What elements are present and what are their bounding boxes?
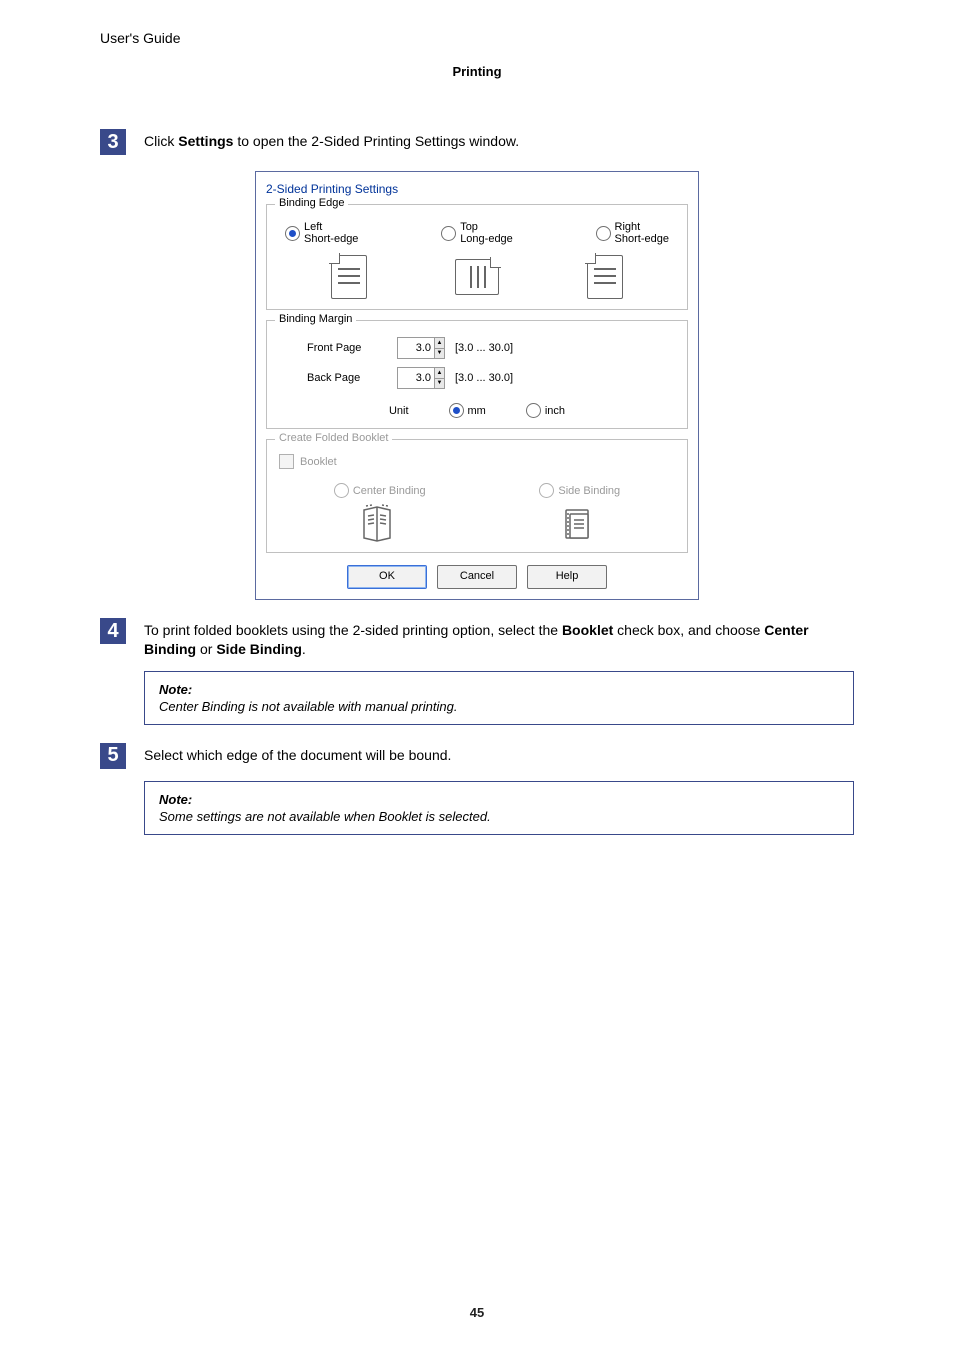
range-front: [3.0 ... 30.0]: [455, 342, 513, 354]
group-folded-title: Create Folded Booklet: [275, 432, 392, 444]
step-4: 4 To print folded booklets using the 2-s…: [100, 618, 854, 659]
radio-right-short-edge[interactable]: RightShort-edge: [596, 221, 669, 245]
note-box-1: Note: Center Binding is not available wi…: [144, 671, 854, 725]
radio-left-short-edge[interactable]: LeftShort-edge: [285, 221, 358, 245]
step-5: 5 Select which edge of the document will…: [100, 743, 854, 769]
radio-dot-icon: [596, 226, 611, 241]
input-front-page[interactable]: [398, 338, 434, 358]
step-3: 3 Click Settings to open the 2-Sided Pri…: [100, 129, 854, 155]
radio-center-binding: Center Binding: [334, 483, 426, 498]
label-front-page: Front Page: [307, 342, 387, 354]
label-mm: mm: [468, 405, 486, 417]
note2-body: Some settings are not available when Boo…: [159, 809, 839, 824]
note1-title: Note:: [159, 682, 839, 697]
note1-body: Center Binding is not available with man…: [159, 699, 839, 714]
radio-unit-mm[interactable]: mm: [449, 403, 486, 418]
cancel-button[interactable]: Cancel: [437, 565, 517, 589]
spinner-arrows-icon[interactable]: ▲▼: [434, 338, 444, 358]
step-number-5: 5: [100, 743, 126, 769]
step3-bold: Settings: [178, 133, 233, 149]
label-unit: Unit: [389, 405, 409, 417]
spinner-back-page[interactable]: ▲▼: [397, 367, 445, 389]
radio-left-line2: Short-edge: [304, 233, 358, 245]
header-users-guide: User's Guide: [100, 30, 854, 46]
radio-top-line2: Long-edge: [460, 233, 513, 245]
ok-button[interactable]: OK: [347, 565, 427, 589]
group-binding-edge: Binding Edge LeftShort-edge TopLong-edge…: [266, 204, 688, 310]
note-box-2: Note: Some settings are not available wh…: [144, 781, 854, 835]
step3-pre: Click: [144, 133, 178, 149]
s4-t2: check box, and choose: [613, 622, 764, 638]
s4-t3: or: [196, 641, 216, 657]
step-number-3: 3: [100, 129, 126, 155]
spinner-arrows-icon[interactable]: ▲▼: [434, 368, 444, 388]
side-binding-icon: [560, 504, 594, 542]
s4-t1: To print folded booklets using the 2-sid…: [144, 622, 562, 638]
group-binding-margin-title: Binding Margin: [275, 313, 356, 325]
step-number-4: 4: [100, 618, 126, 644]
s4-t4: .: [302, 641, 306, 657]
group-binding-edge-title: Binding Edge: [275, 197, 348, 209]
spinner-front-page[interactable]: ▲▼: [397, 337, 445, 359]
radio-dot-icon: [539, 483, 554, 498]
step5-text: Select which edge of the document will b…: [144, 747, 451, 763]
radio-side-binding: Side Binding: [539, 483, 620, 498]
label-inch: inch: [545, 405, 565, 417]
note2-title: Note:: [159, 792, 839, 807]
checkbox-booklet[interactable]: [279, 454, 294, 469]
step3-post: to open the 2-Sided Printing Settings wi…: [233, 133, 519, 149]
label-back-page: Back Page: [307, 372, 387, 384]
radio-dot-icon: [526, 403, 541, 418]
s4-b1: Booklet: [562, 622, 613, 638]
group-folded-booklet: Create Folded Booklet Booklet Center Bin…: [266, 439, 688, 553]
section-title: Printing: [100, 64, 854, 79]
radio-dot-icon: [334, 483, 349, 498]
range-back: [3.0 ... 30.0]: [455, 372, 513, 384]
radio-top-long-edge[interactable]: TopLong-edge: [441, 221, 513, 245]
label-booklet: Booklet: [300, 456, 337, 468]
input-back-page[interactable]: [398, 368, 434, 388]
radio-dot-icon: [441, 226, 456, 241]
group-binding-margin: Binding Margin Front Page ▲▼ [3.0 ... 30…: [266, 320, 688, 429]
page-icon-right: [587, 255, 623, 299]
help-button[interactable]: Help: [527, 565, 607, 589]
radio-dot-icon: [285, 226, 300, 241]
center-binding-icon: [360, 504, 394, 542]
radio-unit-inch[interactable]: inch: [526, 403, 565, 418]
page-icon-left: [331, 255, 367, 299]
label-center-binding: Center Binding: [353, 485, 426, 497]
radio-dot-icon: [449, 403, 464, 418]
radio-left-line1: Left: [304, 221, 322, 233]
s4-b3: Side Binding: [216, 641, 302, 657]
page-number: 45: [0, 1305, 954, 1320]
radio-right-line2: Short-edge: [615, 233, 669, 245]
dialog-title: 2-Sided Printing Settings: [266, 182, 692, 196]
radio-right-line1: Right: [615, 221, 641, 233]
dialog-2sided-settings: 2-Sided Printing Settings Binding Edge L…: [255, 171, 699, 600]
page-icon-top: [455, 259, 499, 295]
label-side-binding: Side Binding: [558, 485, 620, 497]
radio-top-line1: Top: [460, 221, 478, 233]
